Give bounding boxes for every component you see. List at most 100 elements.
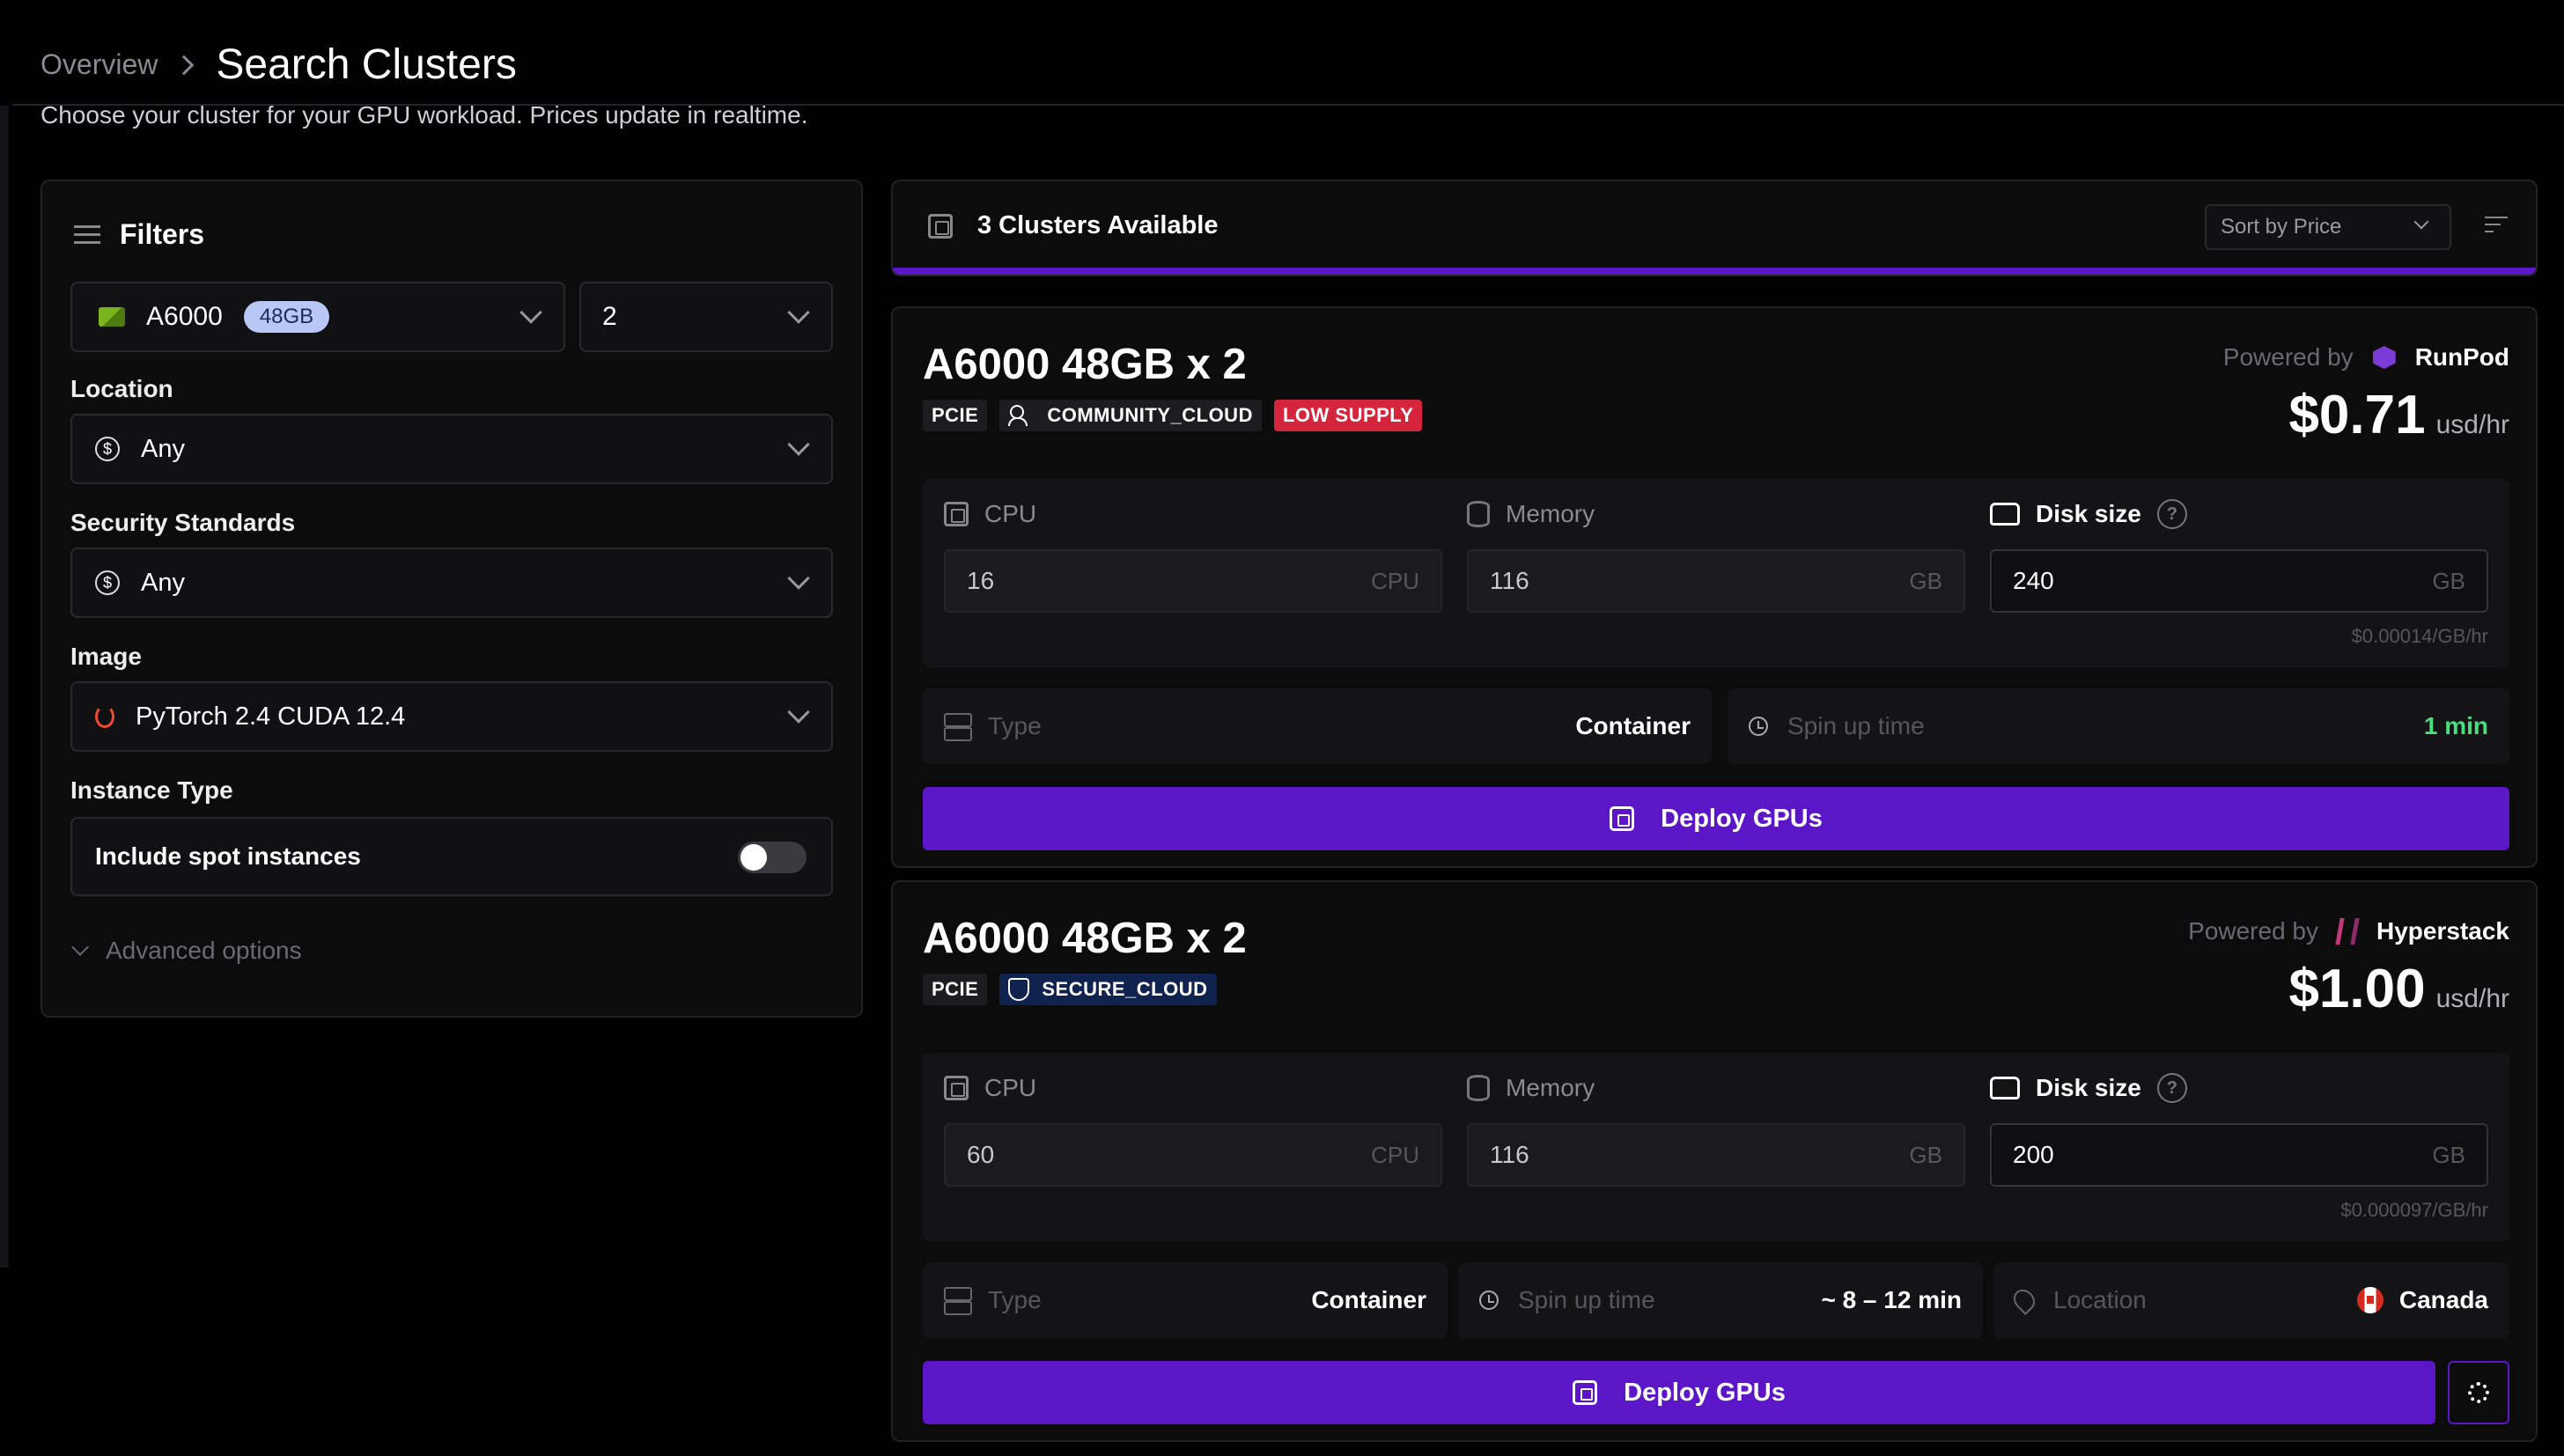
type-label: Type (988, 712, 1042, 739)
location-select[interactable]: $ Any (70, 414, 833, 484)
interface-badge: PCIE (923, 974, 988, 1005)
deploy-gpus-button[interactable]: Deploy GPUs (923, 1361, 2435, 1424)
sort-value: Sort by Price (2221, 215, 2342, 239)
gpu-memory-badge: 48GB (243, 301, 330, 333)
cluster-title: A6000 48GB x 2 (923, 915, 1247, 962)
spot-instances-toggle[interactable] (738, 842, 807, 873)
help-icon[interactable]: ? (2156, 499, 2187, 529)
hard-drive-icon (1990, 503, 2020, 526)
cpu-icon (944, 1076, 969, 1100)
disk-value: 240 (2013, 567, 2054, 594)
security-select[interactable]: $ Any (70, 548, 833, 618)
spin-value: ~ 8 – 12 min (1821, 1286, 1962, 1313)
deploy-gpus-button[interactable]: Deploy GPUs (923, 787, 2509, 850)
provider: Powered by Hyperstack (2188, 917, 2509, 945)
provider: Powered by RunPod (2223, 343, 2509, 371)
server-icon (944, 713, 972, 741)
deploy-label: Deploy GPUs (1624, 1378, 1786, 1407)
help-icon[interactable]: ? (2156, 1073, 2187, 1103)
configure-button[interactable] (2448, 1361, 2509, 1424)
hyperstack-logo-icon (2335, 918, 2360, 945)
breadcrumb-overview-link[interactable]: Overview (41, 48, 158, 81)
price-amount: $0.71 (2288, 385, 2426, 445)
shield-icon (1008, 978, 1030, 1001)
price: $1.00 usd/hr (2288, 958, 2509, 1020)
chevron-down-icon (787, 567, 810, 590)
filters-title-text: Filters (120, 218, 205, 250)
memory-label: Memory (1506, 500, 1595, 527)
security-value: Any (141, 568, 185, 597)
powered-by-label: Powered by (2188, 917, 2319, 945)
gpu-count-value: 2 (602, 302, 617, 331)
disk-price-note: $0.000097/GB/hr (2340, 1199, 2488, 1221)
memory-unit: GB (1909, 1141, 1942, 1168)
chevron-right-icon (174, 55, 195, 75)
price: $0.71 usd/hr (2288, 384, 2509, 446)
cluster-title: A6000 48GB x 2 (923, 341, 1247, 388)
spec-panel: CPU 60 CPU Memory 116 GB Disk size? 200 GB … (923, 1053, 2509, 1241)
disk-size-input[interactable]: 200 GB (1990, 1123, 2488, 1187)
chip-icon (928, 213, 953, 239)
cloud-badge: COMMUNITY_CLOUD (999, 400, 1262, 431)
spot-instances-row: Include spot instances (70, 817, 833, 896)
type-label-group: Type (944, 712, 1042, 741)
image-select[interactable]: PyTorch 2.4 CUDA 12.4 (70, 681, 833, 752)
cpu-field: 16 CPU (944, 549, 1442, 613)
database-icon (1467, 501, 1490, 527)
type-value: Container (1311, 1286, 1426, 1313)
type-label: Type (988, 1286, 1042, 1313)
cluster-tags: PCIE SECURE_CLOUD (923, 974, 1217, 1005)
cpu-unit: CPU (1371, 567, 1419, 594)
cpu-spec: CPU 16 CPU (944, 498, 1442, 613)
location-info: Location Canada (1993, 1262, 2509, 1338)
cloud-badge: SECURE_CLOUD (999, 974, 1217, 1005)
interface-badge: PCIE (923, 400, 988, 431)
chevron-down-icon (2413, 214, 2429, 230)
type-value: Container (1575, 712, 1691, 739)
page-header: Overview Search Clusters Choose your clu… (41, 40, 808, 129)
chip-icon (1610, 806, 1635, 831)
clock-icon (1749, 717, 1768, 736)
left-edge-bar (0, 106, 9, 1268)
price-unit: usd/hr (2435, 984, 2509, 1013)
chevron-down-icon (787, 701, 810, 724)
price-unit: usd/hr (2435, 410, 2509, 439)
security-label: Security Standards (70, 509, 296, 536)
powered-by-label: Powered by (2222, 343, 2354, 371)
chevron-down-icon (519, 301, 542, 324)
gpu-count-select[interactable]: 2 (579, 282, 833, 352)
memory-field: 116 GB (1467, 549, 1965, 613)
cpu-header: CPU (944, 498, 1442, 530)
chevron-down-icon (787, 433, 810, 456)
sort-direction-icon[interactable] (2485, 215, 2508, 236)
spin-label-group: Spin up time (1749, 712, 1925, 740)
gear-icon (2468, 1382, 2489, 1403)
gpu-select[interactable]: A6000 48GB (70, 282, 565, 352)
disk-value: 200 (2013, 1141, 2054, 1168)
cpu-label: CPU (984, 500, 1037, 527)
provider-name: RunPod (2414, 343, 2509, 371)
location-value-group: Canada (2356, 1286, 2488, 1314)
cpu-header: CPU (944, 1072, 1442, 1104)
memory-label: Memory (1506, 1074, 1595, 1101)
type-info: Type Container (923, 1262, 1448, 1338)
price-amount: $1.00 (2288, 959, 2426, 1019)
disk-size-input[interactable]: 240 GB (1990, 549, 2488, 613)
sort-select[interactable]: Sort by Price (2205, 204, 2451, 250)
memory-header: Memory (1467, 1072, 1965, 1104)
advanced-options-toggle[interactable]: Advanced options (71, 937, 302, 965)
disk-header: Disk size? (1990, 1072, 2488, 1104)
map-pin-icon (2009, 1285, 2039, 1315)
cluster-card: A6000 48GB x 2 PCIE COMMUNITY_CLOUD LOW … (891, 306, 2538, 868)
runpod-logo-icon (2372, 346, 2396, 369)
cpu-spec: CPU 60 CPU (944, 1072, 1442, 1187)
image-label: Image (70, 643, 142, 670)
cpu-value: 16 (967, 567, 995, 594)
memory-value: 116 (1490, 1141, 1529, 1168)
cloud-badge-text: COMMUNITY_CLOUD (1047, 404, 1253, 426)
memory-header: Memory (1467, 498, 1965, 530)
disk-spec: Disk size? 200 GB $0.000097/GB/hr (1990, 1072, 2488, 1221)
gpu-name: A6000 (146, 302, 223, 331)
chevron-down-icon (71, 938, 89, 956)
spot-instances-label: Include spot instances (95, 842, 361, 870)
